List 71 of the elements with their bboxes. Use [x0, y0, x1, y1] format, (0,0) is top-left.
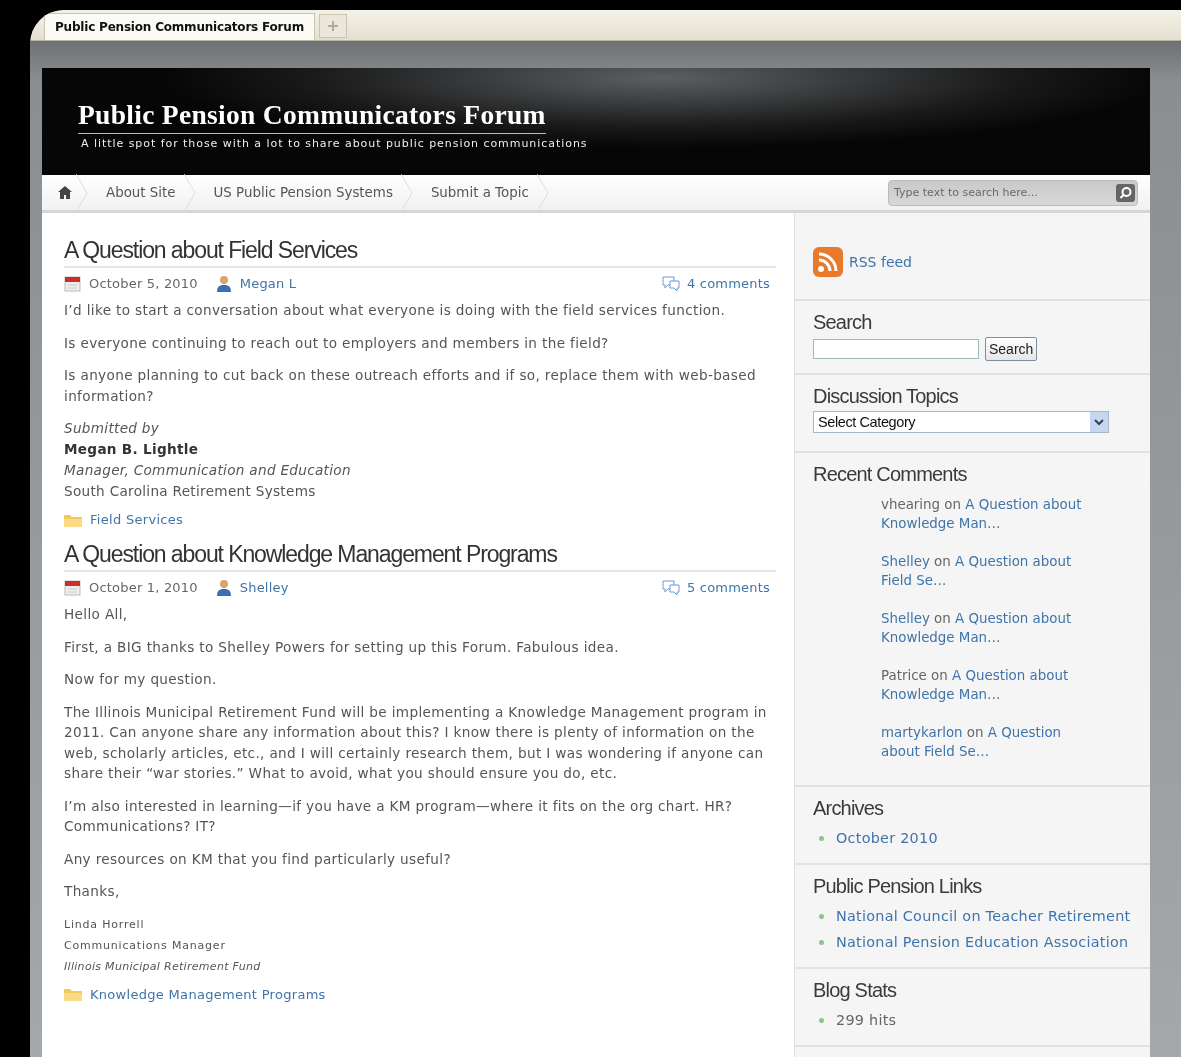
author-link[interactable]: Shelley [239, 579, 289, 595]
person-icon [215, 274, 232, 292]
comments-link[interactable]: 4 comments [661, 274, 770, 292]
site-title: Public Pension Communicators Forum [78, 99, 546, 134]
person-icon [215, 578, 232, 596]
search-button[interactable]: Search [985, 337, 1038, 361]
post-paragraph: Is everyone continuing to reach out to employers and members in the field? [64, 333, 610, 353]
signature-line: Submitted by [64, 419, 161, 438]
rss-icon[interactable] [813, 247, 843, 277]
widget-title: Archives [813, 797, 885, 820]
signature-line: Linda Horrell [64, 916, 146, 933]
widget-title: Public Pension Links [813, 875, 983, 898]
comments-count[interactable]: 4 comments [687, 275, 770, 291]
recent-comment[interactable]: Patrice on A Question about Knowledge Man… [881, 666, 1103, 704]
nav-link[interactable]: Submit a Topic [412, 173, 549, 212]
signature-line: Manager, Communication and Education [64, 461, 352, 480]
author-link[interactable]: Megan L [239, 275, 297, 291]
home-icon [58, 186, 72, 199]
widget-title: Recent Comments [813, 463, 968, 486]
speech-bubbles-icon [661, 274, 682, 292]
post-paragraph: Hello All, [64, 605, 129, 624]
signature-line: Illinois Municipal Retirement Fund [64, 958, 262, 975]
widget-title: Blog Stats [813, 979, 898, 1002]
rss-feed-link[interactable]: RSS feed [849, 254, 912, 270]
folder-icon [64, 987, 82, 1001]
nav-link[interactable]: About Site [88, 173, 196, 212]
search-input[interactable] [813, 339, 979, 359]
post-paragraph: Is anyone planning to cut back on these outreach efforts and if so, replace them with web-based information? [64, 366, 757, 406]
post-title[interactable]: A Question about Field Services [64, 237, 776, 268]
widget-title: Discussion Topics [813, 385, 959, 408]
post-paragraph: Any resources on KM that you find particularly useful? [64, 849, 452, 869]
widget-link[interactable]: October 2010 [836, 825, 938, 851]
post-paragraph: Thanks, [64, 882, 121, 901]
plus-icon [327, 21, 338, 31]
widget-link[interactable]: National Council on Teacher Retirement [836, 903, 1131, 929]
nav-link[interactable]: US Public Pension Systems [195, 173, 413, 212]
post-paragraph: The Illinois Municipal Retirement Fund will be implementing a Knowledge Management program in 2011. Can anyone share any information about this? I know there is plenty of information on the web, scholarly articles, etc., and I will certainly research them, but I was wondering if anyone can share their “war stories.” What to avoid, what you should ensure you do, etc. [64, 702, 768, 783]
bullet-icon [819, 835, 824, 841]
category-select[interactable]: Select Category [813, 411, 1109, 433]
widget-link[interactable]: National Pension Education Association [836, 929, 1129, 955]
post-paragraph: Now for my question. [64, 670, 218, 689]
browser-tab[interactable]: Public Pension Communicators Forum [44, 13, 315, 40]
recent-comment[interactable]: vhearing on A Question about Knowledge Man… [881, 495, 1103, 533]
widget-text: 299 hits [836, 1011, 897, 1030]
signature-line: Megan B. Lightle [64, 440, 200, 459]
recent-comment[interactable]: martykarlon on A Question about Field Se… [881, 723, 1103, 761]
post-paragraph: I’m also interested in learning—if you have a KM program—where it fits on the org chart. HR? Communications? IT? [64, 796, 734, 836]
post-date: October 5, 2010 [89, 275, 198, 291]
widget-title: Search [813, 311, 873, 334]
post-paragraph: I’d like to start a conversation about what everyone is doing with the field services function. [64, 301, 727, 320]
post-date: October 1, 2010 [89, 579, 198, 595]
signature-line: Communications Manager [64, 937, 227, 954]
calendar-icon [64, 578, 81, 596]
post-paragraph: First, a BIG thanks to Shelley Powers for setting up this Forum. Fabulous idea. [64, 637, 620, 657]
bullet-icon [819, 939, 824, 945]
bullet-icon [819, 1017, 824, 1023]
signature-line: South Carolina Retirement Systems [64, 482, 317, 501]
site-tagline: A little spot for those with a lot to share about public pension communications [81, 137, 588, 150]
folder-icon [64, 512, 82, 527]
speech-bubbles-icon [661, 578, 682, 596]
comments-link[interactable]: 5 comments [661, 578, 770, 596]
comments-count[interactable]: 5 comments [687, 579, 770, 595]
calendar-icon [64, 274, 81, 292]
category-link[interactable]: Field Services [90, 512, 184, 527]
category-link[interactable]: Knowledge Management Programs [90, 986, 326, 1002]
bullet-icon [819, 913, 824, 919]
recent-comment[interactable]: Shelley on A Question about Knowledge Man… [881, 609, 1103, 647]
post-title[interactable]: A Question about Knowledge Management Programs [64, 541, 776, 572]
new-tab-button[interactable] [318, 14, 347, 38]
search-field[interactable]: Type text to search here... [888, 179, 1138, 206]
recent-comment[interactable]: Shelley on A Question about Field Se… [881, 552, 1103, 590]
